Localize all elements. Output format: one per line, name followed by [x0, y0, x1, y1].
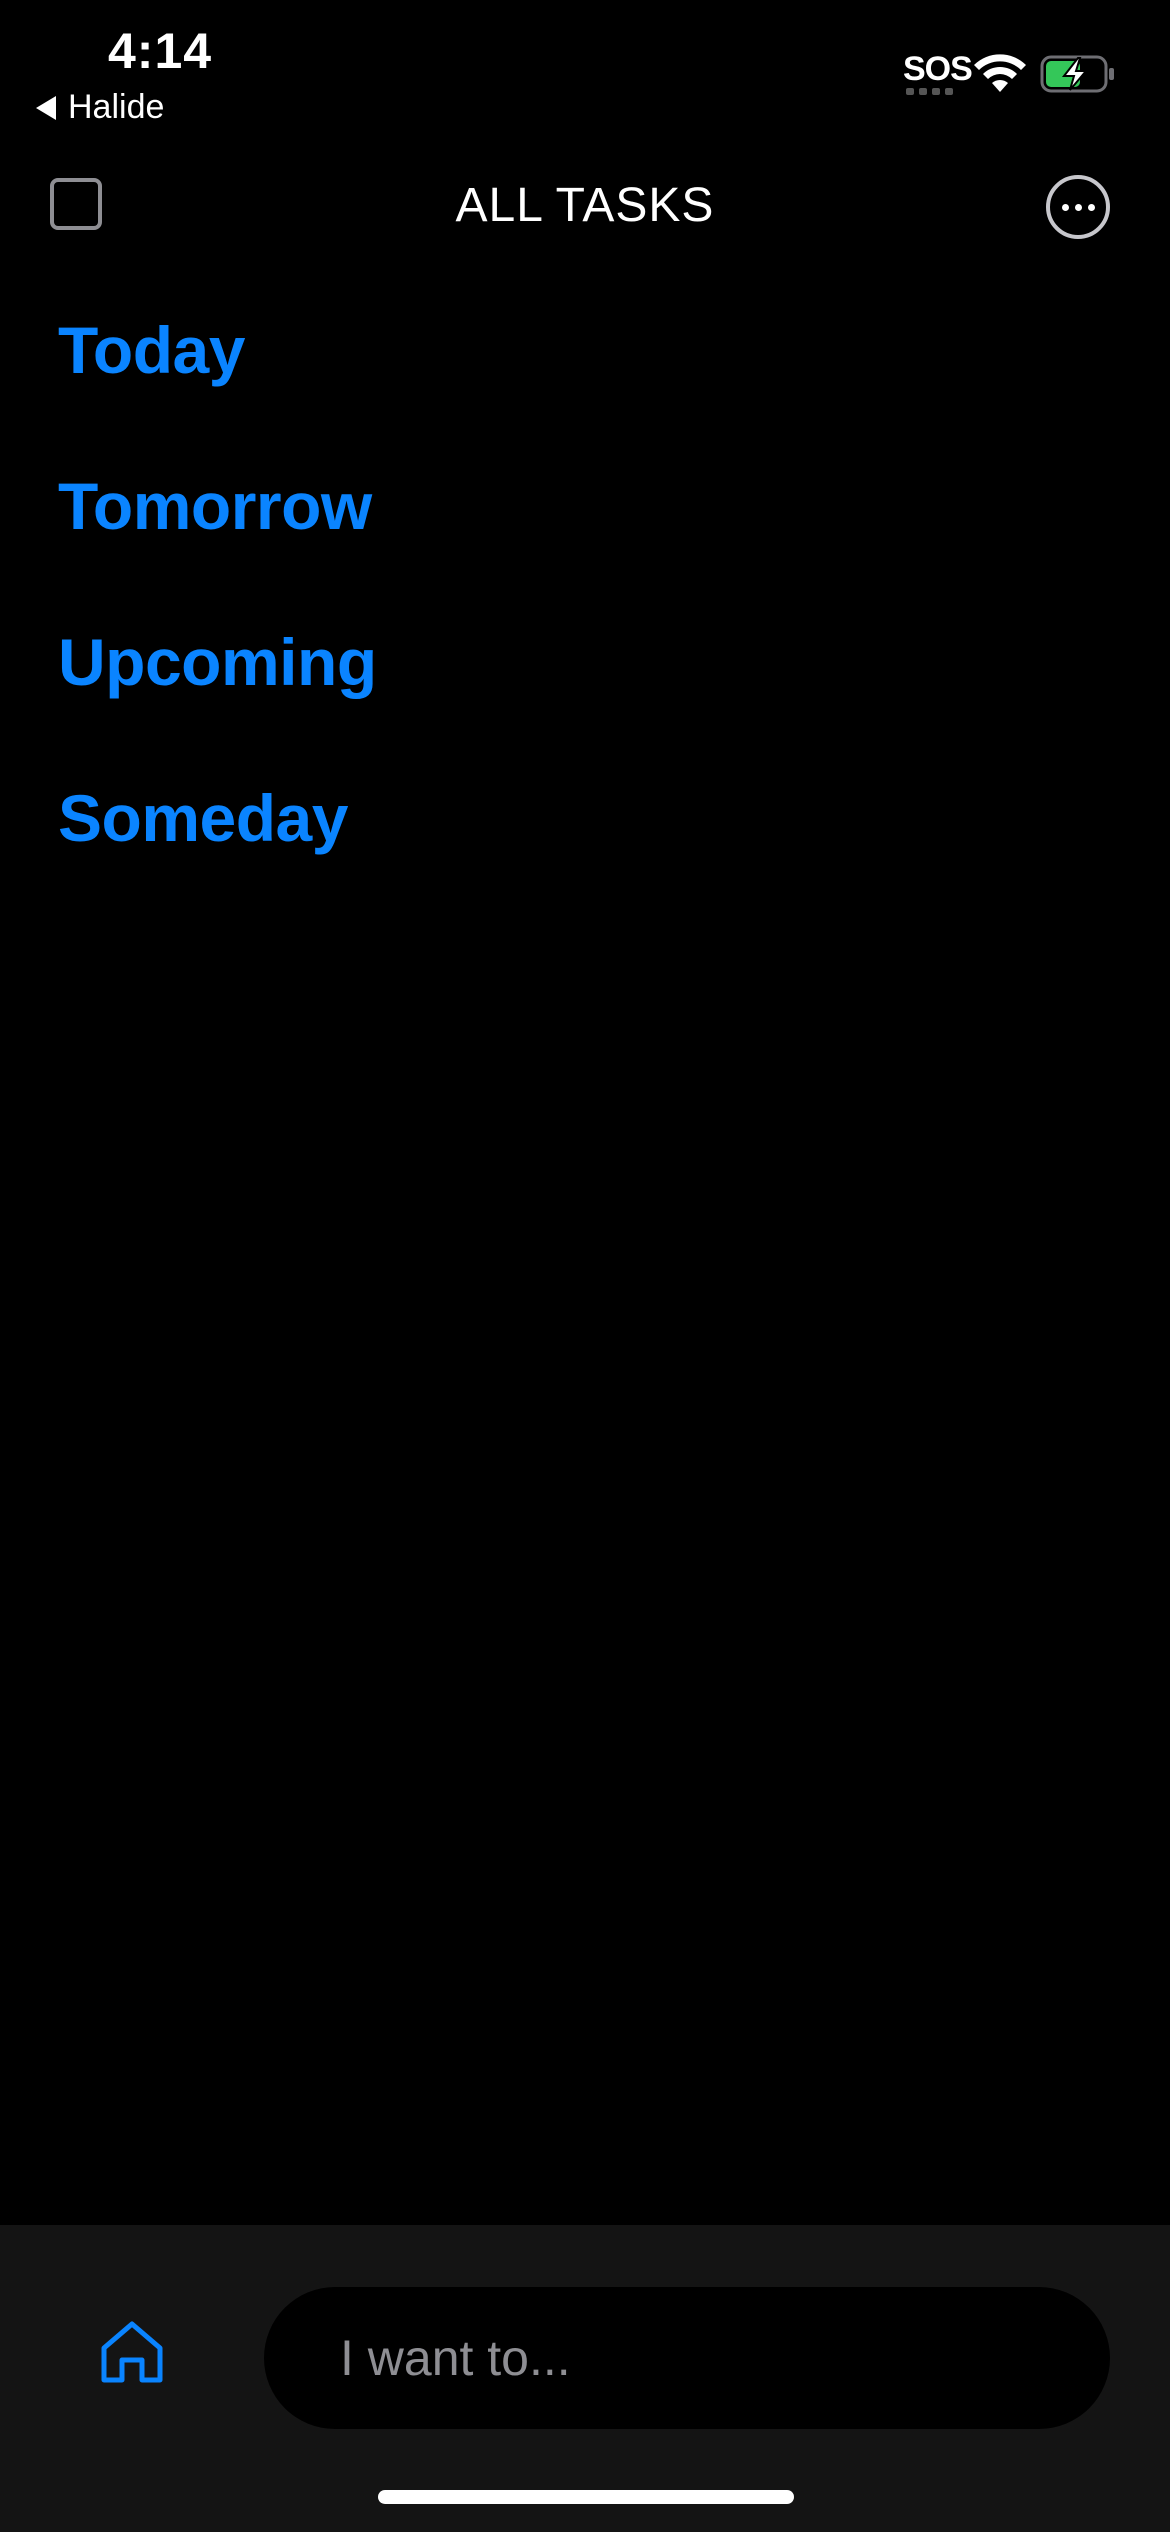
more-options-button[interactable] — [1046, 175, 1110, 239]
back-arrow-icon — [36, 95, 56, 120]
task-input-placeholder: I want to... — [340, 2330, 571, 2386]
more-options-icon — [1061, 203, 1069, 211]
wifi-icon — [974, 54, 1026, 92]
page-title: ALL TASKS — [455, 179, 715, 232]
task-input-field[interactable]: I want to... — [264, 2287, 1110, 2429]
home-icon[interactable] — [98, 2318, 166, 2386]
back-app-label: Halide — [68, 88, 165, 126]
home-indicator[interactable] — [378, 2490, 794, 2504]
sos-indicator: SOS — [903, 50, 973, 88]
task-group-list: Today Tomorrow Upcoming Someday — [58, 305, 377, 929]
status-time: 4:14 — [108, 23, 213, 79]
task-group-today[interactable]: Today — [58, 305, 377, 461]
task-group-someday[interactable]: Someday — [58, 773, 377, 929]
task-group-tomorrow[interactable]: Tomorrow — [58, 461, 377, 617]
signal-dots — [906, 88, 953, 95]
back-to-app-button[interactable]: Halide — [36, 88, 164, 127]
battery-charging-icon — [1040, 55, 1114, 93]
task-group-upcoming[interactable]: Upcoming — [58, 617, 377, 773]
